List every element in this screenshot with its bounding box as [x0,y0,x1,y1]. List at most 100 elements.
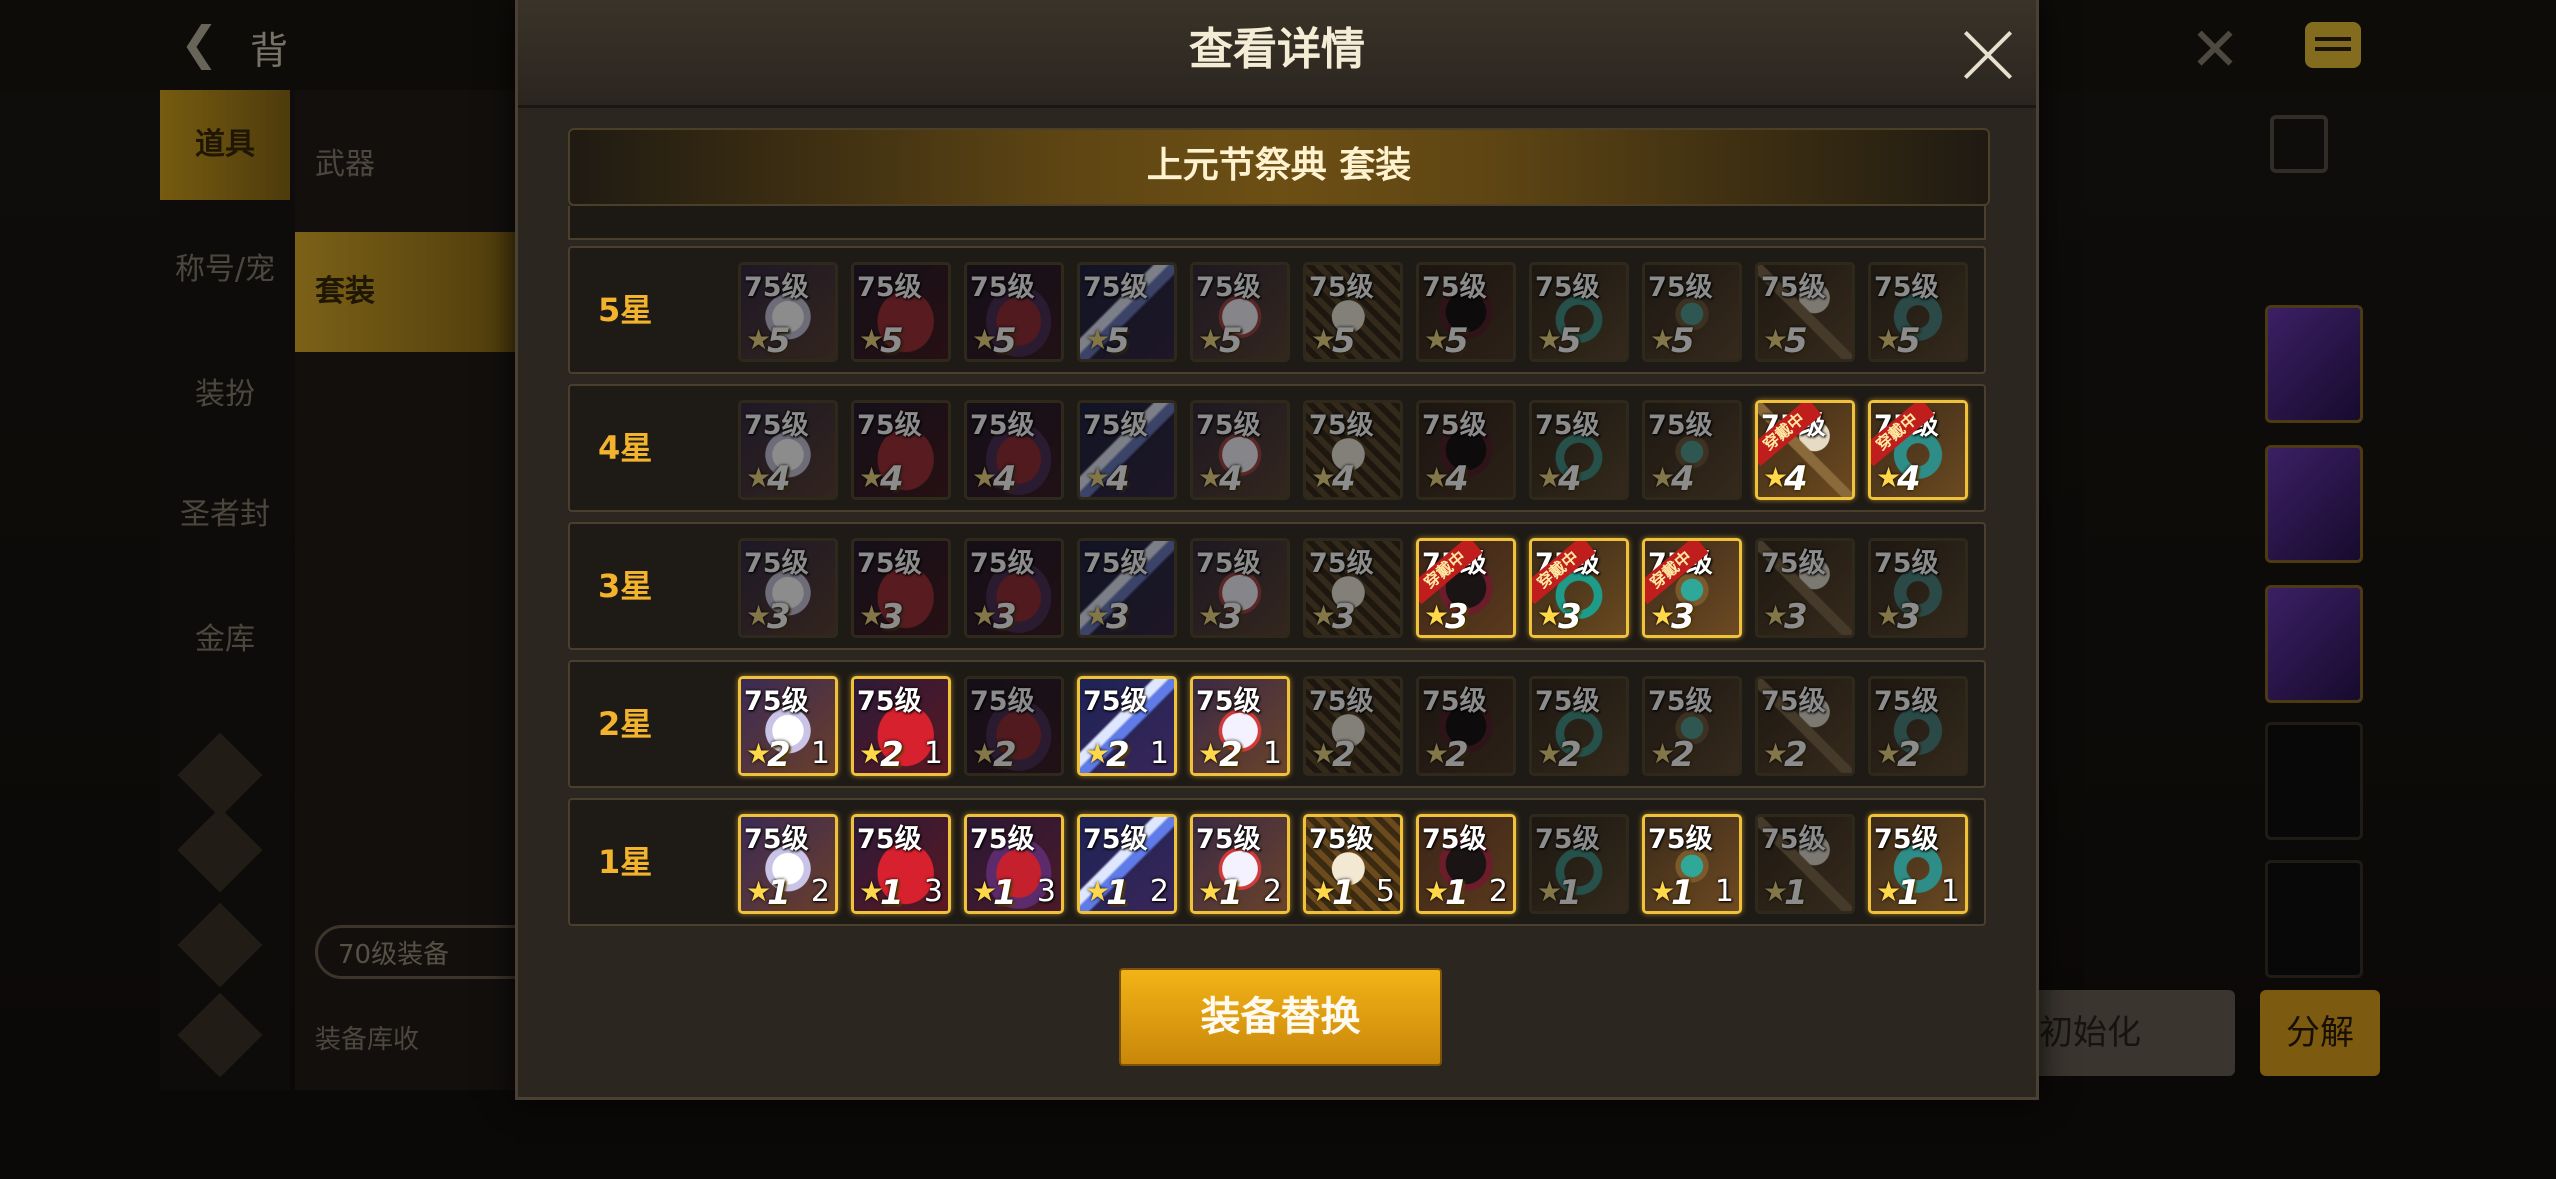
equipment-slot[interactable]: 75级 ★ 5 [738,262,838,362]
equipment-slot[interactable]: 75级 ★ 4 [1303,400,1403,500]
item-level: 75级 [970,686,1035,717]
item-star-level: 5 [1219,321,1243,361]
equipment-slot[interactable]: 75级★3穿戴中 [1416,538,1516,638]
equipment-slot[interactable]: 75级 ★ 1 [1529,814,1629,914]
item-star-level: 3 [880,597,904,637]
equipment-slot[interactable]: 75级 ★ 1 1 [1868,814,1968,914]
item-level: 75级 [1083,686,1148,717]
equipment-slot[interactable]: 75级 ★ 4 [1416,400,1516,500]
equipment-slot[interactable]: 75级 ★ 5 [964,262,1064,362]
equipment-slot[interactable]: 75级 ★ 2 [1416,676,1516,776]
item-level: 75级 [970,410,1035,441]
item-star-level: 4 [1332,459,1356,499]
equipment-slot[interactable]: 75级 ★ 3 [1077,538,1177,638]
item-star-level: 2 [1106,735,1130,775]
item-level: 75级 [1196,272,1261,303]
item-star-level: 2 [1784,735,1808,775]
equipment-slot[interactable]: 75级 ★ 5 [1190,262,1290,362]
equipment-slot[interactable]: 75级 ★ 4 [964,400,1064,500]
equipment-slot[interactable]: 75级 ★ 5 [1642,262,1742,362]
item-star-level: 4 [1219,459,1243,499]
item-star-level: 3 [993,597,1017,637]
item-star-level: 3 [1897,597,1921,637]
item-star-level: 4 [1897,459,1921,499]
item-level: 75级 [744,686,809,717]
item-star-level: 2 [767,735,791,775]
equipment-slot[interactable]: 75级 ★ 2 1 [851,676,951,776]
item-star-level: 1 [1558,873,1582,913]
equipment-slot[interactable]: 75级 ★ 1 3 [851,814,951,914]
equipment-slot[interactable]: 75级 ★ 4 [1190,400,1290,500]
equipment-slot[interactable]: 75级 ★ 1 2 [1190,814,1290,914]
equipment-slot[interactable]: 75级 ★ 1 2 [1416,814,1516,914]
equipment-slot[interactable]: 75级 ★ 4 [1077,400,1177,500]
item-star-level: 4 [1558,459,1582,499]
item-level: 75级 [744,272,809,303]
item-star-level: 1 [1219,873,1243,913]
equipment-slot[interactable]: 75级 ★ 3 [964,538,1064,638]
equipment-slot[interactable]: 75级 ★ 2 [1529,676,1629,776]
equipment-slot[interactable]: 75级 ★ 2 [1642,676,1742,776]
item-count: 2 [1149,874,1169,909]
item-level: 75级 [1874,272,1939,303]
equipment-slot[interactable]: 75级★3穿戴中 [1642,538,1742,638]
equipment-slot[interactable]: 75级 ★ 1 1 [1642,814,1742,914]
equipment-slot[interactable]: 75级 ★ 1 3 [964,814,1064,914]
equipment-slot[interactable]: 75级 ★ 3 [1303,538,1403,638]
close-icon[interactable] [1960,28,2016,84]
equipment-slot[interactable]: 75级 ★ 2 1 [738,676,838,776]
equipment-slot[interactable]: 75级 ★ 5 [1529,262,1629,362]
item-star-level: 3 [1784,597,1808,637]
item-count: 1 [1262,736,1282,771]
equipment-slot[interactable]: 75级 ★ 1 2 [1077,814,1177,914]
item-star-level: 5 [1445,321,1469,361]
equipment-slot[interactable]: 75级 ★ 2 [1868,676,1968,776]
star-rows-list[interactable]: 5星 75级 ★ 5 75级 ★ 5 75级 ★ 5 75级 ★ 5 75级 ★ 5 75级 ★ 5 75级 ★ 5 75级… [568,206,1998,936]
equipment-slot[interactable]: 75级 ★ 5 [1755,262,1855,362]
equipment-slot[interactable]: 75级★4穿戴中 [1755,400,1855,500]
equipment-slot[interactable]: 75级 ★ 3 [738,538,838,638]
item-level: 75级 [1196,548,1261,579]
equipment-slot[interactable]: 75级 ★ 2 [1303,676,1403,776]
equipment-slot[interactable]: 75级 ★ 5 [1416,262,1516,362]
item-star-level: 3 [1106,597,1130,637]
equipment-slot[interactable]: 75级 ★ 4 [1642,400,1742,500]
equipment-slot[interactable]: 75级 ★ 3 [1868,538,1968,638]
equipment-slot[interactable]: 75级 ★ 2 [1755,676,1855,776]
equipment-slot[interactable]: 75级 ★ 1 [1755,814,1855,914]
item-star-level: 4 [1671,459,1695,499]
equipment-slot[interactable]: 75级 ★ 5 [1303,262,1403,362]
equipment-slot[interactable]: 75级 ★ 3 [1755,538,1855,638]
item-star-level: 1 [1332,873,1356,913]
equipment-slot[interactable]: 75级 ★ 5 [1868,262,1968,362]
item-star-level: 2 [1332,735,1356,775]
equipment-slot[interactable]: 75级 ★ 4 [738,400,838,500]
item-star-level: 3 [1445,597,1469,637]
star-row-label: 3星 [598,567,653,605]
equipment-slot[interactable]: 75级 ★ 3 [851,538,951,638]
item-star-level: 1 [880,873,904,913]
item-star-level: 3 [767,597,791,637]
item-level: 75级 [857,824,922,855]
star-row: 2星 75级 ★ 2 1 75级 ★ 2 1 75级 ★ 2 75级 ★ 2 1 75级 ★ 2 1 75级 ★ 2 75级 ★… [568,660,1986,788]
item-star-level: 4 [1445,459,1469,499]
item-level: 75级 [744,824,809,855]
equipment-slot[interactable]: 75级 ★ 4 [851,400,951,500]
swap-equipment-button[interactable]: 装备替换 [1119,968,1442,1066]
equipment-slot[interactable]: 75级★3穿戴中 [1529,538,1629,638]
item-level: 75级 [1535,686,1600,717]
equipment-slot[interactable]: 75级 ★ 4 [1529,400,1629,500]
equipment-slot[interactable]: 75级 ★ 1 5 [1303,814,1403,914]
item-level: 75级 [970,272,1035,303]
equipment-slot[interactable]: 75级 ★ 3 [1190,538,1290,638]
item-star-level: 5 [767,321,791,361]
equipment-slot[interactable]: 75级 ★ 1 2 [738,814,838,914]
equipment-slot[interactable]: 75级 ★ 5 [1077,262,1177,362]
equipment-slot[interactable]: 75级★4穿戴中 [1868,400,1968,500]
item-star-level: 2 [993,735,1017,775]
equipment-slot[interactable]: 75级 ★ 2 1 [1077,676,1177,776]
equipment-slot[interactable]: 75级 ★ 2 [964,676,1064,776]
equipment-slot[interactable]: 75级 ★ 2 1 [1190,676,1290,776]
equipment-slot[interactable]: 75级 ★ 5 [851,262,951,362]
item-star-level: 4 [880,459,904,499]
